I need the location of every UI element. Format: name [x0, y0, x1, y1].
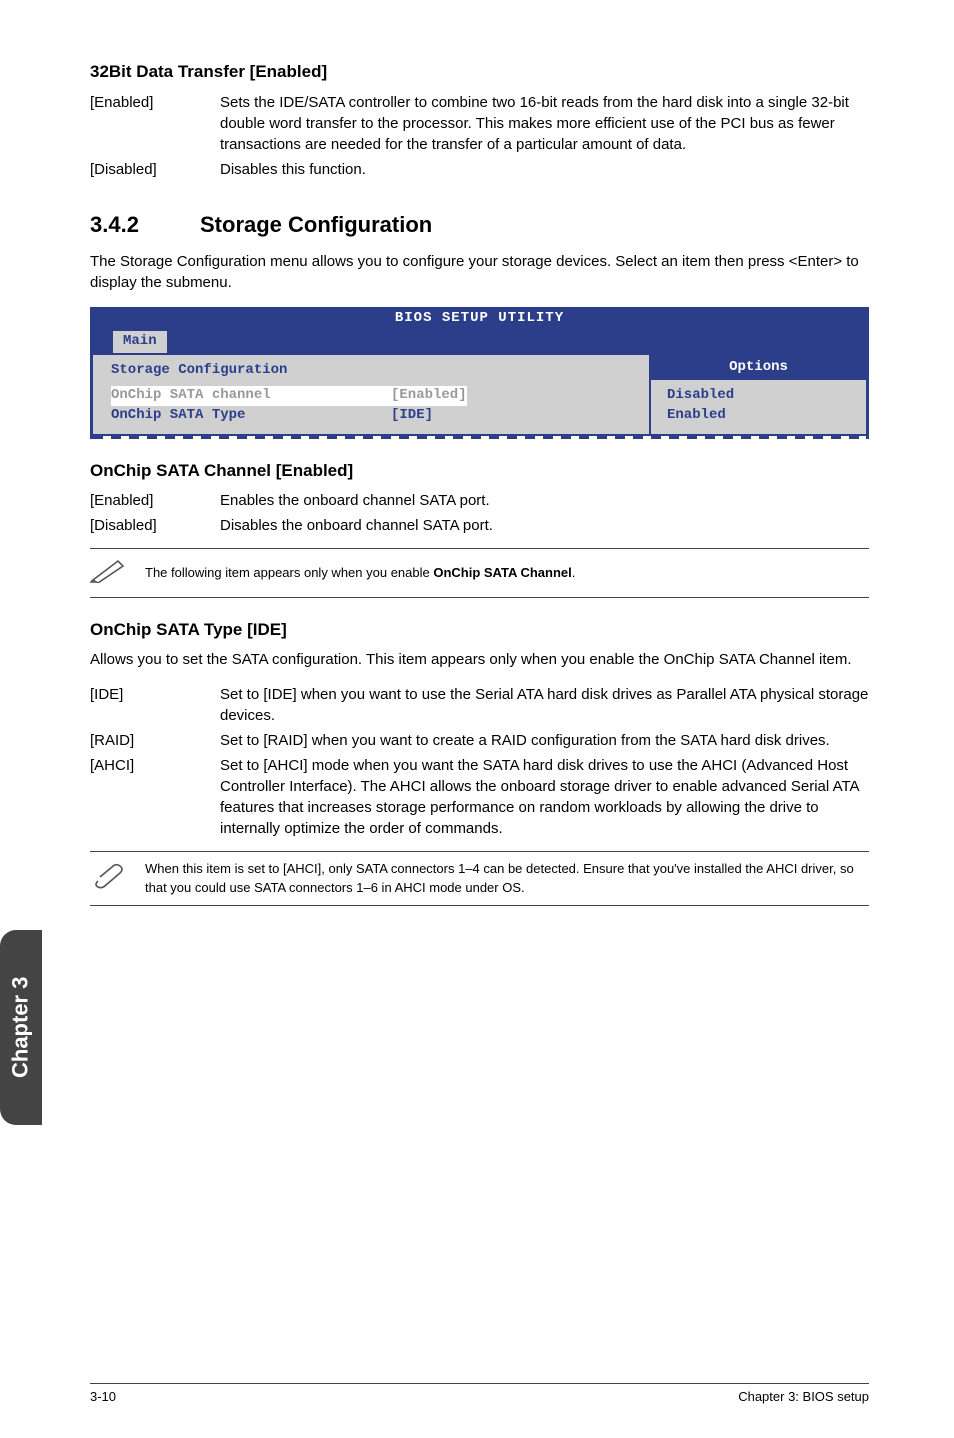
section-title: Storage Configuration [200, 212, 432, 237]
footer-title: Chapter 3: BIOS setup [738, 1388, 869, 1406]
bios-row-selected: OnChip SATA channel [Enabled] [111, 386, 631, 406]
def-term: [Enabled] [90, 490, 220, 511]
def-row: [Disabled] Disables the onboard channel … [90, 515, 869, 536]
bios-option: Disabled [667, 386, 850, 406]
def-row: [RAID] Set to [RAID] when you want to cr… [90, 730, 869, 751]
heading-onchip-type: OnChip SATA Type [IDE] [90, 618, 869, 642]
bios-option: Enabled [667, 406, 850, 426]
bios-options-heading: Options [651, 355, 866, 381]
def-row: [IDE] Set to [IDE] when you want to use … [90, 684, 869, 726]
bios-row: OnChip SATA Type [IDE] [111, 406, 631, 426]
section-heading: 3.4.2Storage Configuration [90, 210, 869, 241]
def-row: [Enabled] Enables the onboard channel SA… [90, 490, 869, 511]
def-body: Enables the onboard channel SATA port. [220, 490, 869, 511]
heading-onchip-channel: OnChip SATA Channel [Enabled] [90, 459, 869, 483]
note-text: The following item appears only when you… [145, 564, 869, 582]
def-term: [Enabled] [90, 92, 220, 155]
def-row: [AHCI] Set to [AHCI] mode when you want … [90, 755, 869, 839]
bios-screenshot: BIOS SETUP UTILITY Main Storage Configur… [90, 307, 869, 439]
bios-row-label: OnChip SATA Type [111, 406, 391, 426]
def-term: [Disabled] [90, 515, 220, 536]
bios-left-pane: Storage Configuration OnChip SATA channe… [93, 353, 651, 436]
def-body: Sets the IDE/SATA controller to combine … [220, 92, 869, 155]
def-term: [AHCI] [90, 755, 220, 839]
bios-right-pane: Options Disabled Enabled [651, 353, 866, 436]
section-para: Allows you to set the SATA configuration… [90, 649, 869, 670]
section-para: The Storage Configuration menu allows yo… [90, 251, 869, 293]
def-body: Set to [AHCI] mode when you want the SAT… [220, 755, 869, 839]
def-body: Disables the onboard channel SATA port. [220, 515, 869, 536]
def-term: [Disabled] [90, 159, 220, 180]
bios-title: BIOS SETUP UTILITY [93, 307, 866, 330]
bios-bottom-dash [93, 436, 866, 439]
def-row: [Disabled] Disables this function. [90, 159, 869, 180]
page-number: 3-10 [90, 1388, 116, 1406]
def-term: [IDE] [90, 684, 220, 726]
bios-row-value: [IDE] [391, 406, 433, 426]
bios-left-heading: Storage Configuration [111, 361, 631, 381]
note-text: When this item is set to [AHCI], only SA… [145, 860, 869, 896]
note-box: The following item appears only when you… [90, 548, 869, 597]
def-row: [Enabled] Sets the IDE/SATA controller t… [90, 92, 869, 155]
chapter-side-tab: Chapter 3 [0, 930, 42, 1125]
section-number: 3.4.2 [90, 210, 200, 241]
bios-tab-main: Main [113, 331, 167, 353]
def-body: Set to [RAID] when you want to create a … [220, 730, 869, 751]
def-body: Set to [IDE] when you want to use the Se… [220, 684, 869, 726]
bios-tab-row: Main [93, 329, 866, 353]
def-term: [RAID] [90, 730, 220, 751]
page-footer: 3-10 Chapter 3: BIOS setup [90, 1383, 869, 1406]
pencil-icon [90, 557, 145, 588]
bios-row-label: OnChip SATA channel [111, 386, 391, 406]
paperclip-icon [90, 863, 145, 894]
heading-32bit: 32Bit Data Transfer [Enabled] [90, 60, 869, 84]
def-body: Disables this function. [220, 159, 869, 180]
bios-row-value: [Enabled] [391, 386, 467, 406]
note-box: When this item is set to [AHCI], only SA… [90, 851, 869, 905]
